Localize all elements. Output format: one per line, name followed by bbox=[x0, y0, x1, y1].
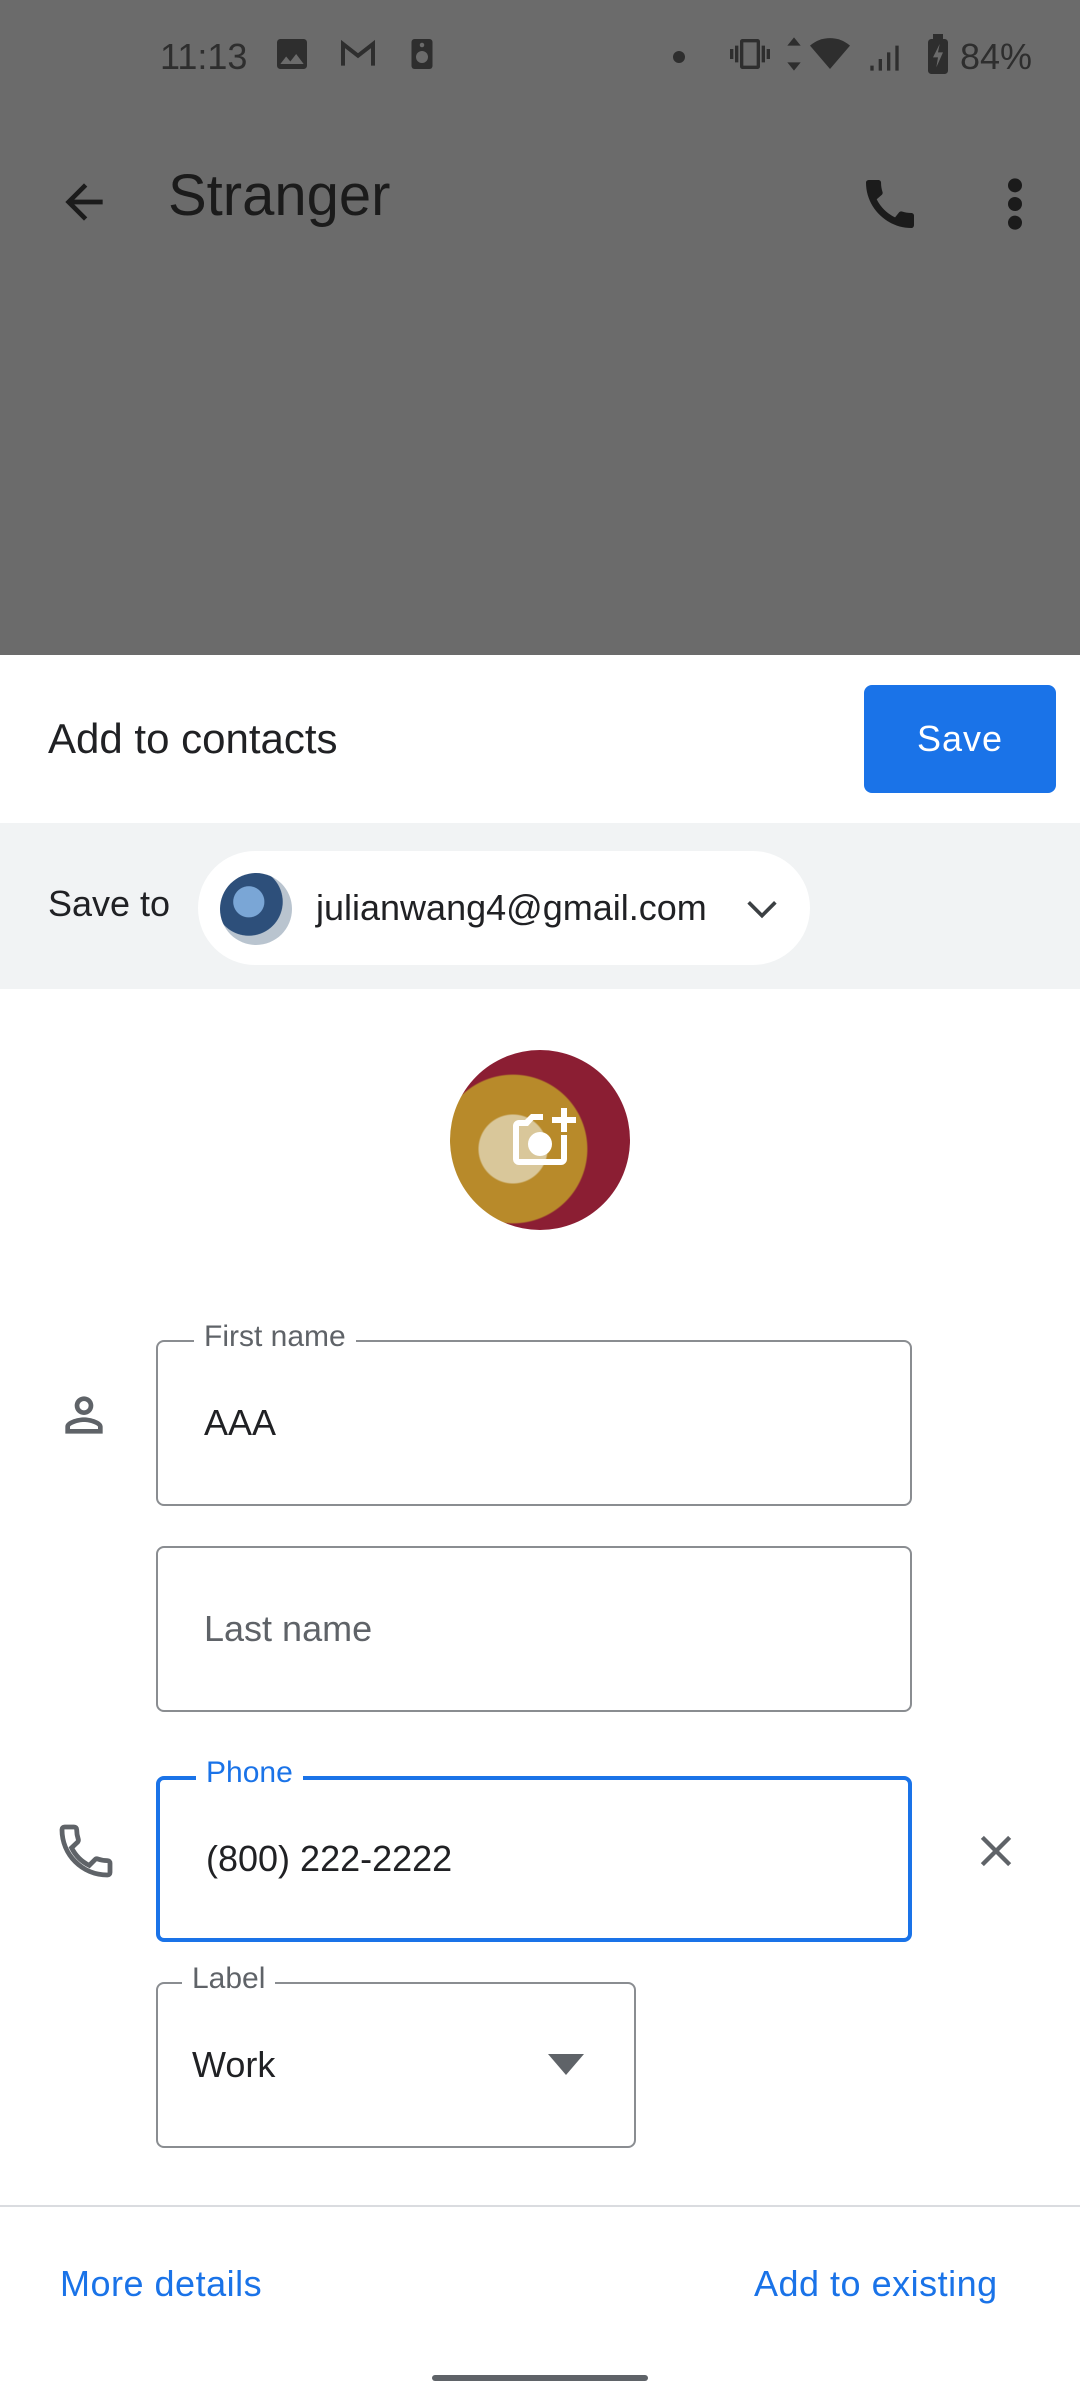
wifi-icon bbox=[806, 34, 854, 79]
app-bar: Stranger bbox=[0, 140, 1080, 260]
speaker-icon bbox=[404, 34, 440, 79]
status-bar: 11:13 84% bbox=[0, 0, 1080, 115]
chevron-down-icon bbox=[738, 885, 786, 933]
first-name-value: AAA bbox=[204, 1402, 277, 1443]
back-arrow-icon[interactable] bbox=[48, 166, 120, 238]
phone-field[interactable]: Phone (800) 222-2222 bbox=[156, 1756, 912, 1942]
phone-value: (800) 222-2222 bbox=[206, 1838, 453, 1879]
contact-title: Stranger bbox=[168, 163, 391, 228]
add-to-existing-button[interactable]: Add to existing bbox=[754, 2263, 998, 2305]
battery-icon bbox=[926, 34, 950, 79]
more-details-button[interactable]: More details bbox=[60, 2263, 262, 2305]
first-name-label: First name bbox=[194, 1320, 356, 1354]
phone-icon[interactable] bbox=[850, 164, 930, 244]
save-button[interactable]: Save bbox=[864, 685, 1056, 793]
last-name-field[interactable]: Last name bbox=[156, 1546, 912, 1712]
account-selector[interactable]: julianwang4@gmail.com bbox=[198, 851, 810, 965]
home-gesture-bar[interactable] bbox=[432, 2375, 648, 2381]
save-to-label: Save to bbox=[48, 883, 171, 924]
phone-type-label: Label bbox=[182, 1962, 276, 1996]
status-time: 11:13 bbox=[160, 36, 248, 77]
dot-icon bbox=[672, 50, 686, 69]
battery-percentage: 84% bbox=[959, 36, 1032, 77]
add-contact-sheet: Add to contacts Save Save to julianwang4… bbox=[0, 655, 1080, 2400]
account-avatar bbox=[220, 873, 292, 945]
first-name-field[interactable]: First name AAA bbox=[156, 1320, 912, 1506]
signal-icon bbox=[866, 34, 908, 79]
sheet-title: Add to contacts bbox=[48, 715, 338, 762]
more-vert-icon[interactable] bbox=[980, 164, 1050, 244]
phone-label: Phone bbox=[196, 1756, 303, 1790]
account-email: julianwang4@gmail.com bbox=[316, 887, 707, 928]
phone-type-value: Work bbox=[192, 2044, 276, 2085]
gmail-icon bbox=[336, 34, 380, 79]
close-icon[interactable] bbox=[960, 1815, 1032, 1887]
add-photo-button[interactable] bbox=[450, 1050, 630, 1230]
footer-divider bbox=[0, 2205, 1080, 2207]
save-to-row: Save to julianwang4@gmail.com bbox=[0, 823, 1080, 989]
data-icon bbox=[784, 34, 804, 79]
phone-type-dropdown[interactable]: Label Work bbox=[156, 1962, 636, 2148]
person-icon bbox=[52, 1383, 116, 1447]
sheet-header: Add to contacts Save bbox=[0, 655, 1080, 823]
dropdown-arrow-icon bbox=[548, 2054, 584, 2083]
image-icon bbox=[272, 34, 312, 79]
last-name-placeholder: Last name bbox=[204, 1608, 373, 1649]
dimmed-background[interactable]: 11:13 84% Stranger bbox=[0, 0, 1080, 655]
vibrate-icon bbox=[728, 34, 772, 79]
phone-field-icon bbox=[50, 1815, 122, 1887]
add-photo-icon bbox=[504, 1102, 576, 1179]
